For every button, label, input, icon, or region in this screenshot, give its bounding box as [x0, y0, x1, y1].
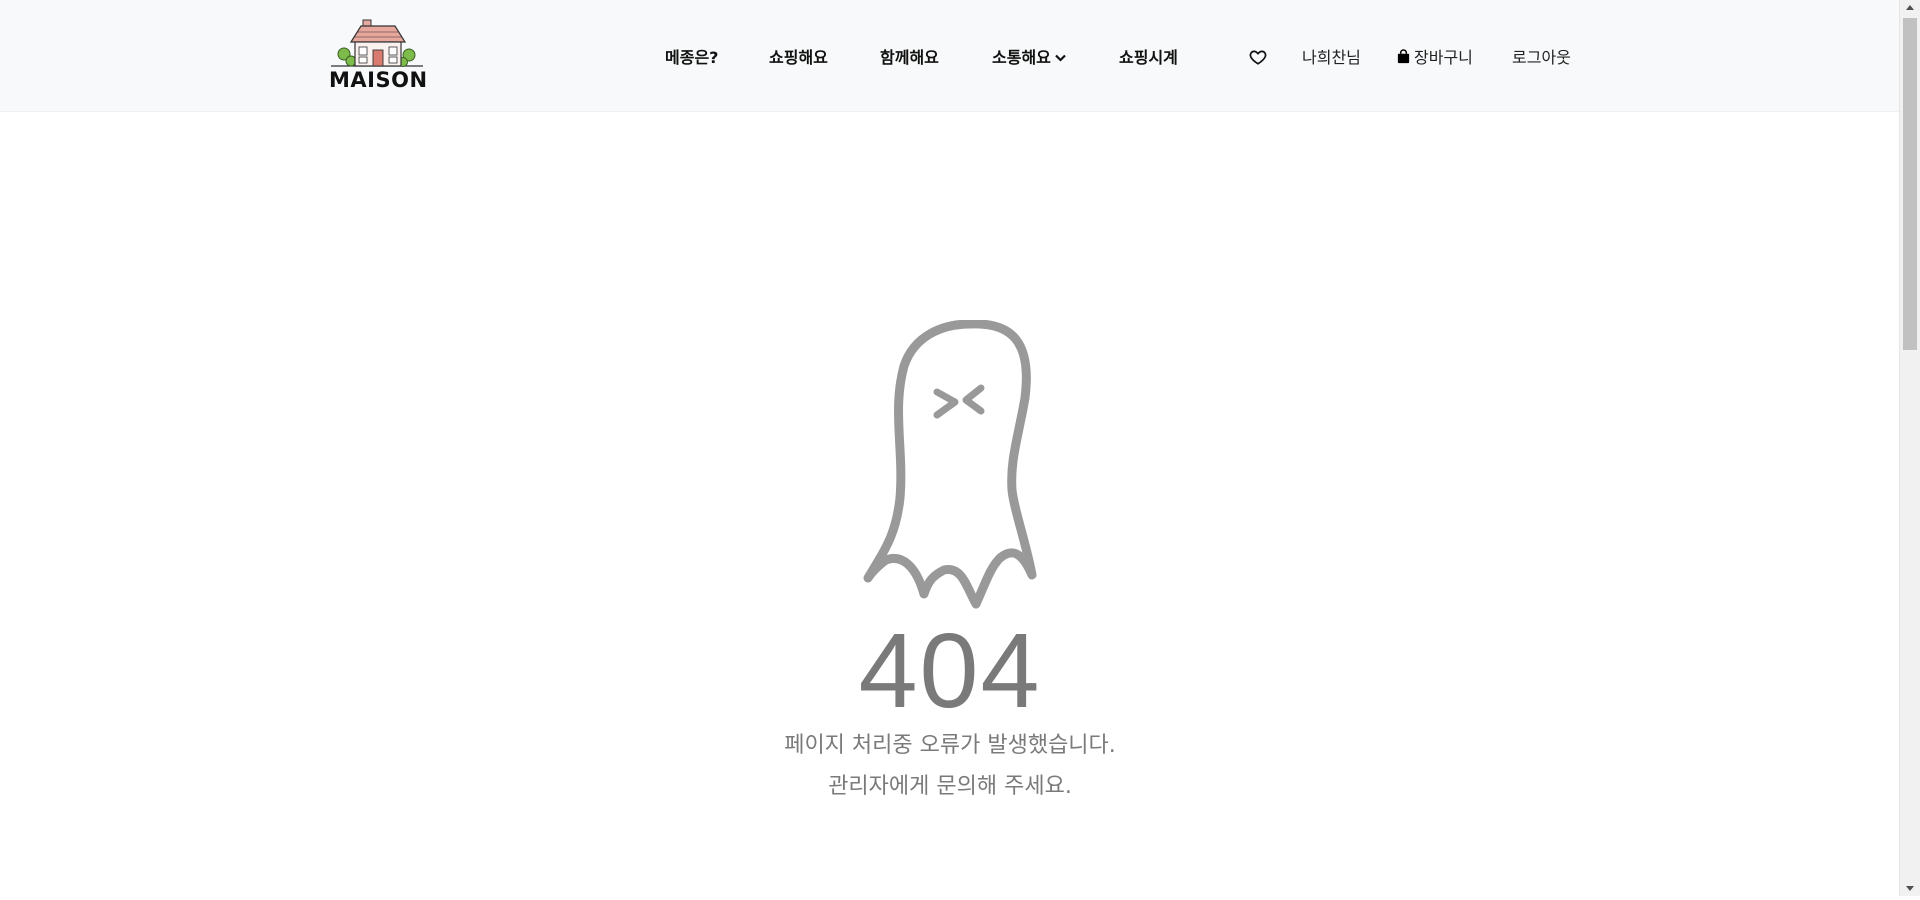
house-logo-icon — [331, 19, 423, 67]
nav-item-community-label: 소통해요 — [992, 48, 1051, 67]
nav-item-community[interactable]: 소통해요 — [992, 44, 1066, 68]
nav-item-about[interactable]: 메종은? — [665, 44, 718, 68]
vertical-scrollbar[interactable] — [1899, 0, 1920, 896]
chevron-down-icon — [1055, 47, 1066, 66]
heart-icon[interactable] — [1249, 48, 1267, 66]
scrollbar-thumb[interactable] — [1903, 18, 1917, 350]
cart-label: 장바구니 — [1414, 48, 1473, 67]
nav-item-shopping[interactable]: 쇼핑해요 — [769, 44, 828, 68]
scroll-down-arrow-icon[interactable] — [1900, 879, 1920, 896]
cart-link[interactable]: 장바구니 — [1396, 44, 1473, 68]
user-name-link[interactable]: 나희찬님 — [1302, 44, 1361, 68]
logout-link[interactable]: 로그아웃 — [1512, 44, 1571, 68]
ghost-icon — [862, 319, 1042, 610]
error-code: 404 — [858, 612, 1042, 730]
site-header: MAISON 메종은? 쇼핑해요 함께해요 소통해요 쇼핑시계 나희찬님 장바구… — [0, 0, 1900, 112]
shopping-bag-icon — [1396, 49, 1411, 64]
nav-item-together[interactable]: 함께해요 — [880, 44, 939, 68]
error-message-line1: 페이지 처리중 오류가 발생했습니다. — [784, 733, 1116, 758]
nav-item-shopping-clock[interactable]: 쇼핑시계 — [1119, 44, 1178, 68]
scroll-up-arrow-icon[interactable] — [1900, 0, 1920, 17]
logo-text: MAISON — [329, 68, 428, 92]
maison-logo[interactable]: MAISON — [329, 18, 428, 94]
error-message-line2: 관리자에게 문의해 주세요. — [828, 774, 1072, 799]
